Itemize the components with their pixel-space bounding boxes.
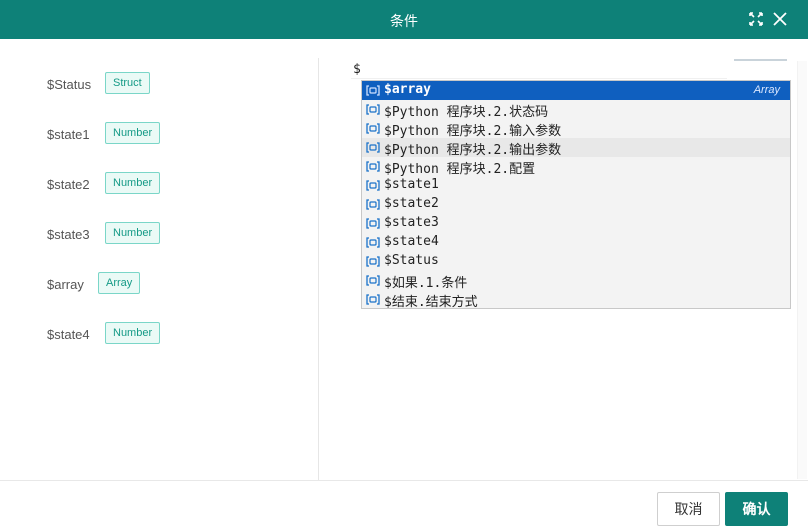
suggestion-label: $Python 程序块.2.输入参数 xyxy=(384,124,562,139)
suggestion-label: $state2 xyxy=(384,196,439,211)
variable-icon xyxy=(366,237,380,248)
suggestion-label: $结束.结束方式 xyxy=(384,295,478,310)
suggestion-item[interactable]: $state2 xyxy=(362,195,790,214)
suggestion-item[interactable]: $Python 程序块.2.输入参数 xyxy=(362,119,790,139)
suggestion-label: $如果.1.条件 xyxy=(384,276,468,291)
variable-row: $array xyxy=(47,273,84,295)
condition-dialog: 条件 $Status Struct $state1 Number $state2… xyxy=(0,0,808,530)
variable-icon xyxy=(366,161,380,172)
suggestion-label: $Python 程序块.2.状态码 xyxy=(384,105,549,120)
variable-row: $state4 xyxy=(47,323,90,345)
variable-type-badge: Number xyxy=(105,322,161,344)
suggestion-item[interactable]: $Python 程序块.2.配置 xyxy=(362,157,790,177)
suggestion-type: Array xyxy=(753,84,780,96)
dialog-titlebar: 条件 xyxy=(0,0,808,39)
variable-icon xyxy=(366,218,380,229)
variable-name: $state3 xyxy=(47,226,90,242)
editor-minimap xyxy=(734,59,787,61)
suggestion-item[interactable]: $array Array xyxy=(362,81,790,100)
autocomplete-list: $array Array $Python 程序块.2.状态码 $Python 程… xyxy=(361,80,791,310)
variable-row: $state3 xyxy=(47,223,90,245)
suggestion-item[interactable]: $如果.1.条件 xyxy=(362,271,790,291)
suggestion-item[interactable]: $state1 xyxy=(362,176,790,195)
variable-icon xyxy=(366,180,380,191)
suggestion-item[interactable]: $Python 程序块.2.状态码 xyxy=(362,100,790,120)
variable-type-badge: Struct xyxy=(105,72,150,94)
suggestion-item[interactable]: $Python 程序块.2.输出参数 xyxy=(362,138,790,158)
dialog-footer: 取消 确认 xyxy=(0,480,808,530)
variable-row: $state1 xyxy=(47,123,90,145)
suggestion-item[interactable]: $state3 xyxy=(362,214,790,233)
suggestion-item[interactable]: $结束.结束方式 xyxy=(362,290,790,310)
editor-scrollbar[interactable] xyxy=(797,61,807,479)
editor-text: $ xyxy=(353,62,361,77)
cancel-button[interactable]: 取消 xyxy=(657,492,720,526)
variable-type-badge: Array xyxy=(98,272,141,294)
variable-icon xyxy=(366,85,380,96)
variable-row: $state2 xyxy=(47,173,90,195)
variable-icon xyxy=(366,294,380,305)
variable-name: $state4 xyxy=(47,326,90,342)
variable-name: $state2 xyxy=(47,176,90,192)
variable-icon xyxy=(366,199,380,210)
suggestion-label: $state4 xyxy=(384,234,439,249)
variable-name: $array xyxy=(47,276,84,292)
variable-list: $Status Struct $state1 Number $state2 Nu… xyxy=(0,39,318,479)
variable-type-badge: Number xyxy=(105,122,161,144)
variable-icon xyxy=(366,256,380,267)
close-icon[interactable] xyxy=(771,10,789,28)
suggestion-item[interactable]: $state4 xyxy=(362,233,790,252)
suggestion-item[interactable]: $Status xyxy=(362,252,790,271)
suggestion-label: $Python 程序块.2.配置 xyxy=(384,162,536,177)
suggestion-label: $state3 xyxy=(384,215,439,230)
expand-icon[interactable] xyxy=(747,10,765,28)
confirm-button[interactable]: 确认 xyxy=(725,492,788,526)
suggestion-label: $array xyxy=(384,82,431,97)
code-editor[interactable]: $ xyxy=(351,61,727,79)
suggestion-label: $Status xyxy=(384,253,439,268)
variable-icon xyxy=(366,142,380,153)
dialog-title: 条件 xyxy=(390,14,418,30)
variable-type-badge: Number xyxy=(105,172,161,194)
suggestion-label: $state1 xyxy=(384,177,439,192)
variable-row: $Status xyxy=(47,73,91,95)
variable-icon xyxy=(366,123,380,134)
suggestion-label: $Python 程序块.2.输出参数 xyxy=(384,143,562,158)
variable-name: $Status xyxy=(47,76,92,92)
variable-type-badge: Number xyxy=(105,222,161,244)
variable-icon xyxy=(366,104,380,115)
variable-icon xyxy=(366,275,380,286)
variable-name: $state1 xyxy=(47,126,90,142)
